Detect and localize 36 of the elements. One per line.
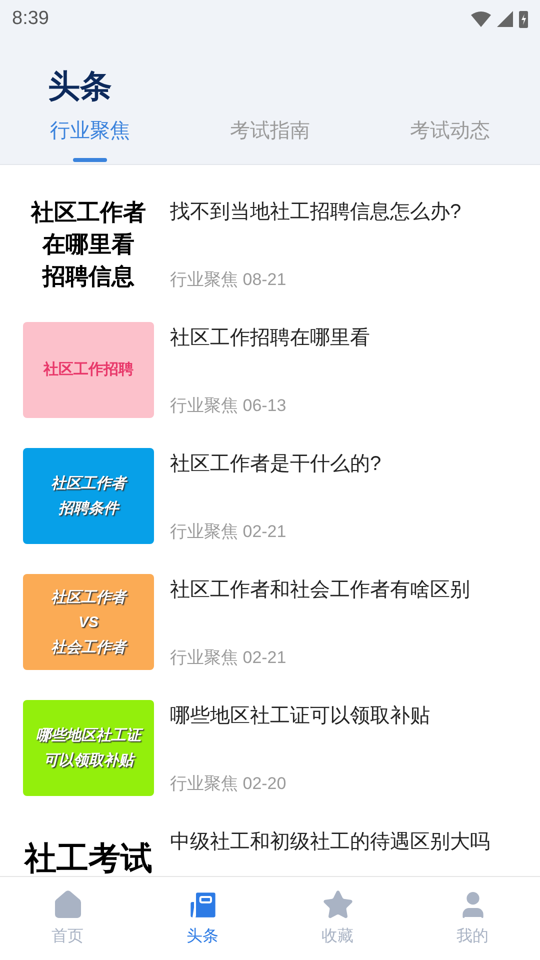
article-title[interactable]: 社区工作者和社会工作者有啥区别	[170, 576, 517, 604]
nav-tab[interactable]: 首页	[0, 877, 135, 960]
thumbnail-text: 社区工作者	[51, 474, 126, 494]
star-icon	[322, 888, 354, 920]
article-title[interactable]: 中级社工和初级社工的待遇区别大吗	[170, 828, 517, 856]
article-title[interactable]: 社区工作者是干什么的?	[170, 450, 517, 478]
article-title[interactable]: 找不到当地社工招聘信息怎么办?	[170, 198, 517, 226]
thumbnail-text: 社会工作者	[51, 638, 126, 658]
tab[interactable]: 行业聚焦	[0, 112, 180, 164]
status-time: 8:39	[12, 6, 49, 31]
thumbnail-text: 社区工作者	[51, 588, 126, 608]
article-meta: 行业聚焦 02-21	[170, 646, 288, 668]
article-meta: 行业聚焦 02-21	[170, 520, 288, 542]
thumbnail-text: 社区工作者	[31, 198, 146, 227]
tab[interactable]: 考试动态	[360, 112, 540, 164]
battery-icon	[519, 10, 528, 28]
wifi-icon	[471, 11, 491, 27]
thumbnail-text: 社区工作招聘	[44, 360, 134, 380]
thumbnail-text: 在哪里看	[42, 230, 134, 259]
article-meta: 行业聚焦 02-20	[170, 772, 288, 794]
nav-tab[interactable]: 收藏	[270, 877, 405, 960]
thumbnail-text: 可以领取补贴	[44, 751, 134, 771]
page-title: 头条	[48, 67, 112, 106]
thumbnail-text: 哪些地区社工证	[36, 723, 141, 748]
tab[interactable]: 考试指南	[180, 112, 360, 164]
article-title[interactable]: 社区工作招聘在哪里看	[170, 324, 517, 352]
article-meta: 行业聚焦 06-13	[170, 394, 288, 416]
thumbnail-text: 招聘信息	[42, 262, 134, 291]
thumbnail-text: VS	[78, 612, 98, 632]
article-title[interactable]: 哪些地区社工证可以领取补贴	[170, 702, 517, 730]
article-meta: 行业聚焦 08-21	[170, 268, 288, 290]
nav-tab[interactable]: 我的	[405, 877, 540, 960]
thumbnail-text: 招聘条件	[58, 499, 118, 519]
thumbnail-text: 社工考试	[24, 840, 152, 876]
nav-tab[interactable]: 头条	[135, 877, 270, 960]
signal-icon	[497, 11, 513, 27]
